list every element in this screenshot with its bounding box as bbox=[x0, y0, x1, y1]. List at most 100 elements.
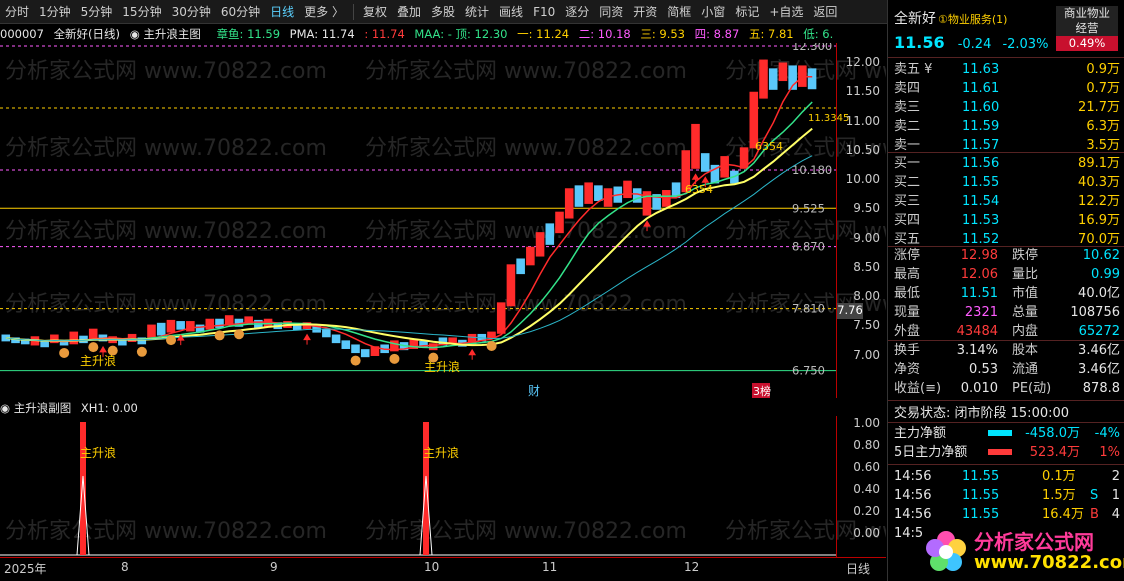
sector-name-2: 经营 bbox=[1075, 21, 1099, 35]
period-tab-60min[interactable]: 60分钟 bbox=[216, 0, 265, 24]
ask-label: 卖三 bbox=[894, 100, 921, 115]
fund-flow-pct: 1% bbox=[1099, 445, 1120, 460]
stat-label: 最高 bbox=[894, 267, 921, 282]
stat-label: 净资 bbox=[894, 362, 921, 377]
price-axis-tick: 8.50 bbox=[853, 259, 880, 274]
price-tag-label: 6354 bbox=[685, 183, 713, 196]
level-label: 9.525 bbox=[792, 201, 825, 215]
candle bbox=[205, 318, 215, 330]
date-label-aug: 8 bbox=[121, 560, 129, 574]
candle bbox=[594, 185, 603, 201]
price-axis-tick: 11.00 bbox=[845, 113, 880, 128]
finance-marker: 财 bbox=[528, 384, 540, 398]
period-tab-30min[interactable]: 30分钟 bbox=[167, 0, 216, 24]
period-tab-15min[interactable]: 15分钟 bbox=[117, 0, 166, 24]
date-axis: 2025年 8 9 10 11 12 日线 bbox=[0, 557, 886, 581]
quote-name-text: 全新好 bbox=[894, 11, 936, 27]
tick-row: 14:56 11.55 1.5万 S 1 bbox=[894, 486, 1120, 505]
fund-flow-label: 主力净额 bbox=[894, 426, 947, 441]
watermark-text: 分析家公式网 www.70822.com bbox=[5, 219, 327, 244]
adjust-button[interactable]: 复权 bbox=[358, 0, 392, 24]
stat-row: 外盘 43484 内盘 65272 bbox=[894, 322, 1120, 341]
bid-row[interactable]: 买四 11.53 16.9万 bbox=[894, 211, 1120, 230]
stat-value: 878.8 bbox=[1082, 381, 1120, 396]
current-price-tag: 7.76 bbox=[837, 303, 863, 320]
ask-price: 11.61 bbox=[962, 81, 1000, 96]
candle bbox=[88, 328, 98, 340]
up-arrow-icon bbox=[303, 333, 311, 345]
multi-stock-button[interactable]: 多股 bbox=[426, 0, 460, 24]
level-label: 8.870 bbox=[792, 240, 825, 254]
ask-row[interactable]: 卖四 11.61 0.7万 bbox=[894, 79, 1120, 98]
stat-label: 量比 bbox=[1012, 267, 1039, 282]
simple-frame-button[interactable]: 简框 bbox=[662, 0, 696, 24]
overlay-button[interactable]: 叠加 bbox=[392, 0, 426, 24]
sub-indicator-chart[interactable]: 分析家公式网 www.70822.com 分析家公式网 www.70822.com… bbox=[0, 416, 886, 556]
stat-label: 外盘 bbox=[894, 324, 921, 339]
open-capital-button[interactable]: 开资 bbox=[628, 0, 662, 24]
bid-label: 买二 bbox=[894, 175, 921, 190]
stat-label: 市值 bbox=[1012, 286, 1039, 301]
bid-row[interactable]: 买三 11.54 12.2万 bbox=[894, 192, 1120, 211]
candlestick-chart[interactable]: 分析家公式网 www.70822.com 分析家公式网 www.70822.com… bbox=[0, 43, 886, 398]
price-axis-tick: 11.50 bbox=[845, 84, 880, 99]
candle bbox=[186, 321, 195, 332]
stat-label: PE(动) bbox=[1012, 381, 1052, 396]
ask-row[interactable]: 卖三 11.60 21.7万 bbox=[894, 98, 1120, 117]
draw-line-button[interactable]: 画线 bbox=[494, 0, 528, 24]
sub-axis-tick: 0.20 bbox=[853, 504, 880, 518]
rank-marker: 3榜 bbox=[753, 384, 771, 398]
sector-box[interactable]: 商业物业 经营 0.49% bbox=[1056, 6, 1118, 51]
stat-value: 43484 bbox=[956, 324, 998, 339]
stat-label: 涨停 bbox=[894, 248, 921, 263]
back-button[interactable]: 返回 bbox=[808, 0, 842, 24]
small-window-button[interactable]: 小窗 bbox=[696, 0, 730, 24]
indicator-name[interactable]: ◉ 主升浪主图 bbox=[130, 27, 207, 41]
sub-chart-title-text: 主升浪副图 bbox=[13, 401, 72, 415]
ask-label: 卖五 ¥ bbox=[894, 62, 933, 77]
date-label-year: 2025年 bbox=[4, 562, 47, 576]
period-indicator[interactable]: 日线 bbox=[846, 560, 870, 577]
period-tab-more[interactable]: 更多 〉 bbox=[299, 0, 349, 24]
money-bag-icon bbox=[136, 346, 147, 357]
stat-value: 65272 bbox=[1078, 324, 1120, 339]
stat-value: 0.99 bbox=[1091, 267, 1120, 282]
bid-row[interactable]: 买二 11.55 40.3万 bbox=[894, 173, 1120, 192]
mark-button[interactable]: 标记 bbox=[730, 0, 764, 24]
period-tab-5min[interactable]: 5分钟 bbox=[76, 0, 118, 24]
sub-chart-title[interactable]: ◉ 主升浪副图 bbox=[0, 401, 71, 415]
bid-row[interactable]: 买一 11.56 89.1万 bbox=[894, 154, 1120, 173]
tick-side: S bbox=[1090, 488, 1099, 503]
watermark-text: 分析家公式网 www.70822.com bbox=[365, 219, 687, 244]
period-tab-timeshare[interactable]: 分时 bbox=[0, 0, 34, 24]
tick-button[interactable]: 逐分 bbox=[560, 0, 594, 24]
bid-label: 买一 bbox=[894, 156, 921, 171]
bid-price: 11.56 bbox=[962, 156, 1000, 171]
watermark-text: 分析家公式网 www.70822.com bbox=[365, 519, 687, 544]
watermark-text: 分析家公式网 www.70822.com bbox=[5, 519, 327, 544]
period-tab-daily[interactable]: 日线 bbox=[265, 0, 299, 24]
ask-volume: 0.7万 bbox=[1086, 81, 1120, 96]
ask-row[interactable]: 卖二 11.59 6.3万 bbox=[894, 117, 1120, 136]
ask-row[interactable]: 卖五 ¥ 11.63 0.9万 bbox=[894, 60, 1120, 79]
stat-value: 3.46亿 bbox=[1078, 362, 1120, 377]
money-bag-icon bbox=[59, 347, 70, 358]
candle bbox=[807, 68, 817, 90]
quote-sector-link[interactable]: ①物业服务(1) bbox=[938, 13, 1007, 26]
statistics-button[interactable]: 统计 bbox=[460, 0, 494, 24]
signal-label: 主升浪 bbox=[423, 445, 459, 460]
period-tab-1min[interactable]: 1分钟 bbox=[34, 0, 76, 24]
signal-bar bbox=[423, 422, 429, 555]
divider bbox=[888, 152, 1124, 153]
stat-row: 换手 3.14% 股本 3.46亿 bbox=[894, 341, 1120, 360]
candle bbox=[584, 182, 593, 204]
price-axis-tick: 10.00 bbox=[845, 172, 880, 186]
money-bag-icon bbox=[88, 342, 99, 353]
add-watchlist-button[interactable]: +自选 bbox=[764, 0, 808, 24]
candle bbox=[496, 302, 506, 334]
same-capital-button[interactable]: 同资 bbox=[594, 0, 628, 24]
stat-row: 现量 2321 总量 108756 bbox=[894, 303, 1120, 322]
f10-button[interactable]: F10 bbox=[528, 0, 560, 24]
tick-row: 14:56 11.55 0.1万 2 bbox=[894, 467, 1120, 486]
bid-price: 11.55 bbox=[962, 175, 1000, 190]
